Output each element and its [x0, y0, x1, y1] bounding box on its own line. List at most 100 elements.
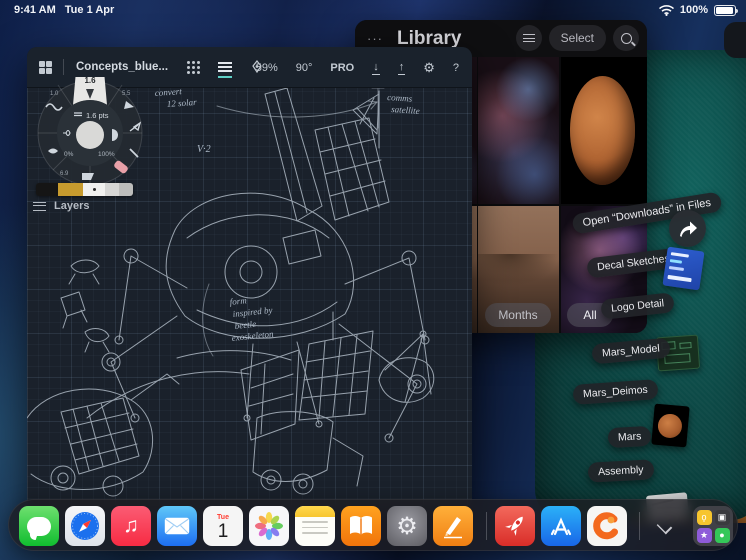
drag-label-mars[interactable]: Mars	[607, 425, 652, 449]
layers-label: Layers	[54, 200, 90, 212]
color-preview-swatch[interactable]	[76, 121, 104, 149]
app-group-grid: ϙ ▣ ★ ●	[696, 509, 730, 543]
app-calendar[interactable]: Tue 1	[203, 506, 243, 546]
search-icon	[620, 32, 632, 44]
share-badge[interactable]	[669, 210, 706, 247]
import-button[interactable]: ↓	[365, 60, 387, 75]
select-button[interactable]: Select	[548, 25, 606, 51]
photos-flower-icon	[255, 512, 283, 540]
window-controls-button[interactable]: ···	[367, 31, 383, 46]
app-safari[interactable]	[65, 506, 105, 546]
canvas-note-3: V·2	[197, 144, 211, 155]
color-palette-bar[interactable]	[36, 183, 133, 196]
dock-divider-2	[639, 512, 640, 540]
tool-size-bottom: 6.9	[60, 171, 69, 177]
drag-thumb-mars-model[interactable]	[651, 403, 690, 448]
app-sketch[interactable]	[433, 506, 473, 546]
drag-label-assembly[interactable]: Assembly	[587, 459, 654, 483]
rocket-icon	[505, 516, 523, 536]
calendar-day: 1	[217, 521, 229, 542]
app-mail[interactable]	[157, 506, 197, 546]
mail-envelope-icon	[164, 517, 190, 535]
stroke-width-label: 1.6 pts	[86, 111, 109, 120]
status-time: 9:41 AM	[14, 4, 56, 16]
app-group[interactable]: ϙ ▣ ★ ●	[693, 506, 733, 546]
app-photos[interactable]	[249, 506, 289, 546]
import-icon: ↓	[372, 60, 380, 75]
ipad-screen: 9:41 AM Tue 1 Apr 100% ··· Library Selec…	[0, 0, 746, 560]
photo-mars-planet[interactable]	[561, 57, 647, 204]
document-title[interactable]: Concepts_blue...	[76, 61, 168, 73]
app-rocket[interactable]	[495, 506, 535, 546]
appstore-icon	[550, 517, 572, 536]
export-button[interactable]: ↑	[391, 60, 413, 75]
messages-bubble-icon	[27, 516, 51, 536]
tool-wheel[interactable]: 1.6 1.0 5.5 6.9 1.6 pts 0% 100%	[34, 67, 146, 189]
books-icon	[350, 516, 372, 535]
layers-icon	[218, 62, 233, 72]
concepts-app-window: convert 12 solar comms satellite V·2 for…	[27, 47, 472, 510]
search-button[interactable]	[613, 25, 639, 51]
palette-gray[interactable]	[119, 183, 133, 196]
canvas-note-2a: comms	[387, 92, 413, 104]
notes-lines-icon	[295, 517, 335, 546]
settings-gear-icon: ⚙	[396, 512, 418, 540]
view-options-button[interactable]	[515, 25, 542, 51]
app-appstore[interactable]	[541, 506, 581, 546]
app-books[interactable]	[341, 506, 381, 546]
pro-badge[interactable]: PRO	[323, 62, 361, 74]
app-notes[interactable]	[295, 506, 335, 546]
gallery-button[interactable]	[39, 60, 52, 74]
forward-arrow-icon	[679, 221, 697, 237]
status-date: Tue 1 Apr	[64, 4, 115, 16]
mini-app-tips-icon: ϙ	[696, 509, 712, 525]
app-concepts[interactable]	[587, 506, 627, 546]
wifi-icon	[658, 4, 674, 16]
app-settings[interactable]: ⚙	[387, 506, 427, 546]
precision-menu-button[interactable]	[187, 60, 201, 74]
layers-panel-header[interactable]: Layers	[33, 200, 89, 212]
palette-gold[interactable]	[58, 183, 83, 196]
dock: ♫ Tue 1 ⚙ ϙ ▣ ★ ●	[8, 499, 738, 551]
dots-grid-icon	[187, 60, 201, 74]
tool-size-right: 5.5	[122, 91, 131, 97]
drag-thumb-decal[interactable]	[662, 246, 705, 291]
pen-icon	[444, 517, 462, 539]
notes-header-stripe	[295, 506, 335, 517]
status-bar: 9:41 AM Tue 1 Apr 100%	[0, 0, 746, 20]
mini-app-star-icon: ★	[696, 527, 712, 543]
canvas-note-4a: form	[229, 295, 247, 307]
export-icon: ↑	[397, 60, 406, 75]
grid-icon	[39, 60, 52, 74]
concepts-logo-icon	[593, 512, 618, 540]
safari-compass-icon	[71, 512, 99, 540]
palette-black[interactable]	[36, 183, 58, 196]
app-messages[interactable]	[19, 506, 59, 546]
canvas-note-2b: satellite	[391, 104, 420, 116]
dock-collapse-button[interactable]	[657, 518, 673, 534]
mini-app-camera-icon: ▣	[714, 509, 730, 525]
list-icon	[522, 34, 535, 42]
help-button[interactable]: ?	[446, 62, 466, 74]
palette-white-selected[interactable]	[83, 183, 105, 196]
dock-divider-1	[486, 512, 487, 540]
canvas-note-1a: convert	[154, 88, 182, 98]
app-music[interactable]: ♫	[111, 506, 151, 546]
canvas-note-4c: beetle	[234, 319, 256, 331]
canvas-note-4b: inspired by	[232, 305, 273, 319]
rotation-value[interactable]: 90°	[289, 62, 320, 74]
segment-months[interactable]: Months	[485, 303, 551, 327]
battery-icon	[714, 4, 738, 16]
settings-button[interactable]: ⚙	[416, 60, 442, 76]
layers-menu-button[interactable]	[218, 62, 233, 78]
layers-list-icon	[33, 201, 46, 211]
photo-nebula-1[interactable]	[478, 57, 559, 204]
palette-light-gray[interactable]	[105, 183, 119, 196]
opacity-min: 0%	[64, 151, 74, 158]
music-note-icon: ♫	[123, 514, 139, 537]
zoom-level[interactable]: 59%	[249, 62, 285, 74]
tool-size-left: 1.0	[50, 91, 59, 97]
battery-percent: 100%	[679, 4, 708, 16]
desk-object	[724, 22, 746, 58]
canvas-note-1b: 12 solar	[166, 97, 197, 109]
